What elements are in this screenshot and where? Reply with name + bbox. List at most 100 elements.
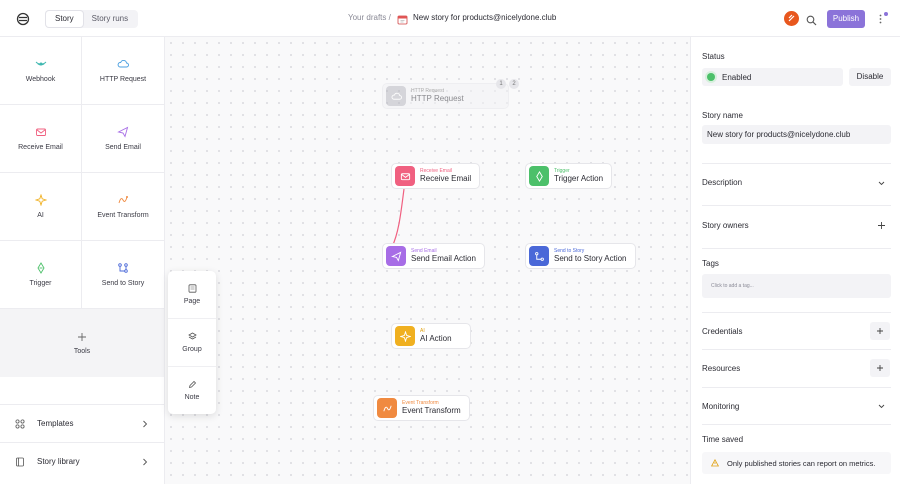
- warning-icon: [711, 459, 719, 467]
- node-title: AI Action: [420, 334, 452, 343]
- monitoring-title[interactable]: Monitoring: [702, 402, 739, 411]
- add-owner-plus-icon[interactable]: [877, 221, 886, 230]
- node-trigger-action[interactable]: Trigger Trigger Action: [525, 163, 613, 189]
- cloud-icon: [386, 86, 406, 106]
- tags-title: Tags: [702, 259, 719, 268]
- tools-menu-label: Group: [182, 345, 202, 353]
- action-send-email[interactable]: Send Email: [82, 105, 164, 173]
- action-event-transform[interactable]: Event Transform: [82, 173, 164, 241]
- node-receive-email[interactable]: Receive Email Receive Email: [391, 163, 481, 189]
- node-badge: 1: [496, 79, 506, 89]
- plus-icon: [877, 328, 883, 334]
- book-icon: [16, 457, 24, 466]
- tags-input[interactable]: Click to add a tag...: [702, 274, 891, 298]
- avatar[interactable]: [784, 11, 799, 26]
- mail-icon: [35, 128, 46, 136]
- layers-icon: [187, 332, 197, 339]
- story-settings-panel: Status Enabled Disable Story name Descri…: [690, 37, 900, 484]
- sparkle-icon: [395, 326, 415, 346]
- action-ai[interactable]: AI: [0, 173, 82, 241]
- action-http-request[interactable]: HTTP Request: [82, 37, 164, 105]
- tools-menu-note[interactable]: Note: [168, 366, 216, 413]
- action-trigger[interactable]: Trigger: [0, 241, 82, 309]
- templates-link[interactable]: Templates: [0, 404, 164, 442]
- status-value: Enabled: [722, 72, 752, 82]
- notification-dot: [884, 12, 888, 16]
- action-label: AI: [37, 212, 44, 219]
- tools-menu: Page Group Note: [168, 271, 216, 414]
- node-title: Event Transform: [402, 406, 461, 415]
- action-label: Send Email: [105, 144, 141, 151]
- node-http-request[interactable]: HTTP Request HTTP Request: [382, 83, 509, 109]
- story-icon: [529, 246, 549, 266]
- tools-menu-group[interactable]: Group: [168, 318, 216, 365]
- transform-icon: [118, 196, 128, 204]
- search-icon[interactable]: [806, 13, 818, 26]
- pencil-icon: [188, 380, 196, 388]
- plus-icon: [877, 365, 883, 371]
- resources-title: Resources: [702, 364, 741, 373]
- action-label: Receive Email: [18, 144, 63, 151]
- node-title: Send to Story Action: [554, 254, 627, 263]
- credentials-title: Credentials: [702, 327, 743, 336]
- publish-button[interactable]: Publish: [827, 10, 865, 28]
- node-badge: 2: [509, 79, 519, 89]
- node-send-email-action[interactable]: Send Email Send Email Action: [382, 243, 485, 269]
- top-bar: Story Story runs Your drafts / New story…: [0, 0, 900, 37]
- send-icon: [117, 126, 129, 138]
- mail-icon: [395, 166, 415, 186]
- app-logo-icon[interactable]: [15, 11, 31, 27]
- action-receive-email[interactable]: Receive Email: [0, 105, 82, 173]
- story-owners-title: Story owners: [702, 221, 749, 230]
- divider: [702, 424, 891, 425]
- sparkle-icon: [34, 194, 47, 206]
- metrics-warning: Only published stories can report on met…: [702, 452, 891, 474]
- story-library-label: Story library: [37, 457, 80, 466]
- action-webhook[interactable]: Webhook: [0, 37, 82, 105]
- action-send-to-story[interactable]: Send to Story: [82, 241, 164, 309]
- node-event-transform[interactable]: Event Transform Event Transform: [373, 395, 470, 421]
- plus-icon: [78, 332, 86, 341]
- templates-label: Templates: [37, 419, 74, 428]
- story-icon: [118, 263, 128, 273]
- chevron-down-icon[interactable]: [877, 179, 886, 188]
- action-label: HTTP Request: [99, 76, 147, 83]
- add-credential-button[interactable]: [870, 322, 890, 340]
- tools-button[interactable]: Tools: [0, 309, 164, 377]
- page-icon: [188, 284, 196, 293]
- description-title[interactable]: Description: [702, 178, 742, 187]
- chevron-right-icon: [143, 420, 148, 427]
- story-library-link[interactable]: Story library: [0, 442, 164, 480]
- templates-icon: [15, 418, 25, 429]
- breadcrumb-drafts[interactable]: Your drafts: [348, 13, 386, 22]
- tools-menu-label: Note: [184, 393, 200, 401]
- breadcrumb-separator: /: [388, 13, 391, 22]
- view-switcher: Story Story runs: [45, 10, 139, 28]
- tools-label: Tools: [73, 347, 91, 355]
- tools-menu-page[interactable]: Page: [168, 271, 216, 318]
- chevron-down-icon[interactable]: [877, 402, 886, 411]
- edge-receive-to-send: [391, 188, 405, 248]
- node-ai-action[interactable]: AI AI Action: [391, 323, 471, 349]
- action-sidebar: Webhook HTTP Request Receive Email Send …: [0, 37, 165, 484]
- divider: [702, 248, 891, 249]
- story-title[interactable]: New story for products@nicelydone.club: [413, 13, 556, 22]
- story-name-input[interactable]: [702, 125, 891, 144]
- calendar-icon: [397, 12, 408, 25]
- node-send-to-story-action[interactable]: Send to Story Send to Story Action: [525, 243, 636, 269]
- tab-story[interactable]: Story: [46, 11, 83, 27]
- more-options-icon[interactable]: [876, 13, 884, 25]
- chevron-right-icon: [143, 458, 148, 465]
- metrics-warning-text: Only published stories can report on met…: [727, 459, 876, 468]
- story-canvas[interactable]: HTTP Request HTTP Request 1 2 Receive Em…: [165, 37, 690, 484]
- add-resource-button[interactable]: [870, 359, 890, 377]
- divider: [702, 387, 891, 388]
- trigger-icon: [36, 262, 45, 274]
- node-title: HTTP Request: [411, 94, 464, 103]
- node-title: Trigger Action: [554, 174, 604, 183]
- time-saved-title: Time saved: [702, 435, 744, 444]
- action-label: Trigger: [29, 280, 52, 287]
- disable-button[interactable]: Disable: [849, 68, 891, 86]
- tab-story-runs[interactable]: Story runs: [83, 11, 137, 27]
- tools-menu-label: Page: [183, 298, 201, 305]
